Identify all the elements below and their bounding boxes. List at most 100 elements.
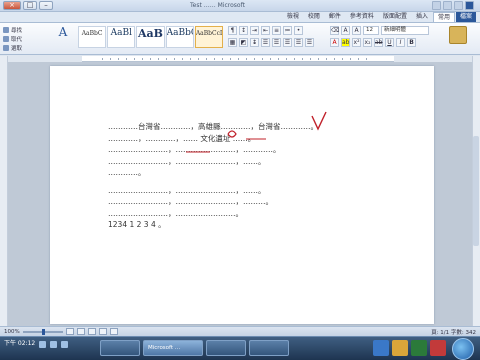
ribbon-home: 尋找 取代 選取 A AaBbCAaBlAaBAaBbCAaBbCcDd ¶ ↕… <box>0 22 480 55</box>
line-spacing-icon[interactable]: ↨ <box>250 38 259 47</box>
zoom-controls: 100% <box>4 328 118 335</box>
style-tile[interactable]: AaBl <box>107 26 136 48</box>
subscript-icon[interactable]: x₂ <box>363 38 372 47</box>
highlight-icon[interactable]: ab <box>341 38 350 47</box>
outline-view-icon[interactable] <box>76 328 85 335</box>
style-tile[interactable]: AaBbC <box>165 26 194 48</box>
clear-format-icon[interactable]: ⌫ <box>330 26 339 35</box>
distributed-icon[interactable]: ☰ <box>261 38 270 47</box>
bold-icon[interactable]: B <box>407 38 416 47</box>
quick-access-toolbar <box>432 1 474 10</box>
sort-icon[interactable]: ↕ <box>239 26 248 35</box>
close-icon[interactable]: × <box>3 1 21 10</box>
pinned-app-icon[interactable] <box>373 340 389 356</box>
tab-4[interactable]: 參考資料 <box>346 12 378 22</box>
word-count[interactable]: 頁: 1/1 字數: 342 <box>431 328 476 336</box>
center-icon[interactable]: ☰ <box>294 38 303 47</box>
italic-icon[interactable]: I <box>396 38 405 47</box>
tab-7[interactable]: 檢視 <box>283 12 303 22</box>
system-tray: 下午 02:12 <box>4 340 69 348</box>
word-app-icon[interactable] <box>465 1 474 10</box>
tab-1[interactable]: 常用 <box>432 12 455 22</box>
justify-icon[interactable]: ☰ <box>272 38 281 47</box>
align-right-icon[interactable]: ☰ <box>283 38 292 47</box>
select-button[interactable]: 選取 <box>3 43 43 52</box>
find-label: 尋找 <box>11 27 23 34</box>
font-size-box[interactable]: 12 <box>363 26 379 35</box>
style-preview: AaBl <box>110 28 132 38</box>
superscript-icon[interactable]: x² <box>352 38 361 47</box>
taskbar-button[interactable] <box>249 340 289 356</box>
taskbar-button[interactable]: Microsoft … <box>143 340 203 356</box>
tab-5[interactable]: 郵件 <box>325 12 345 22</box>
taskbar-button[interactable] <box>206 340 246 356</box>
pinned-app-icon[interactable] <box>392 340 408 356</box>
language-icon[interactable] <box>61 340 69 348</box>
borders-icon[interactable]: ▦ <box>228 38 237 47</box>
reading-view-icon[interactable] <box>98 328 107 335</box>
clock[interactable]: 下午 02:12 <box>4 340 35 348</box>
increase-indent-icon[interactable]: ⇥ <box>250 26 259 35</box>
clipboard-group <box>439 26 477 52</box>
pinned-apps <box>373 340 446 356</box>
style-preview: AaBbC <box>166 28 193 38</box>
decrease-indent-icon[interactable]: ⇤ <box>261 26 270 35</box>
zoom-thumb[interactable] <box>41 328 45 335</box>
save-icon[interactable] <box>454 1 463 10</box>
zoom-slider[interactable] <box>22 328 63 335</box>
shading-icon[interactable]: ◩ <box>239 38 248 47</box>
document-line[interactable]: ……………………，……………………，………。 <box>108 196 388 208</box>
network-icon[interactable] <box>50 340 58 348</box>
redo-icon[interactable] <box>432 1 441 10</box>
tab-0[interactable]: 檔案 <box>455 12 476 22</box>
font-name-box[interactable]: 新細明體 <box>381 26 429 35</box>
font-color-icon[interactable]: A <box>330 38 339 47</box>
left-margin-area <box>0 56 8 326</box>
tab-3[interactable]: 版面配置 <box>379 12 411 22</box>
shrink-font-icon[interactable]: A <box>341 26 350 35</box>
maximize-icon[interactable]: □ <box>23 1 37 10</box>
show-marks-icon[interactable]: ¶ <box>228 26 237 35</box>
find-button[interactable]: 尋找 <box>3 25 43 34</box>
align-left-icon[interactable]: ☰ <box>305 38 314 47</box>
underline-icon[interactable]: U <box>385 38 394 47</box>
web-view-icon[interactable] <box>87 328 96 335</box>
tab-2[interactable]: 插入 <box>412 12 432 22</box>
vertical-scrollbar-area[interactable] <box>472 56 480 326</box>
style-preview: AaB <box>138 27 163 40</box>
document-line[interactable]: 1234 1 2 3 4 。 <box>108 219 388 231</box>
document-page[interactable]: …………台灣省…………，高雄縣…………，台灣省…………。…………，…………，……… <box>50 66 434 324</box>
grow-font-icon[interactable]: A <box>352 26 361 35</box>
taskbar-button[interactable] <box>100 340 140 356</box>
find-icon <box>3 26 9 33</box>
bullets-icon[interactable]: • <box>294 26 303 35</box>
window-title: Test …… Microsoft <box>190 2 245 9</box>
paste-icon[interactable] <box>449 26 467 44</box>
font-group: ⌫ A A 12 新細明體 A ab x² x₂ ab U I B <box>330 26 435 52</box>
numbering-icon[interactable]: ≔ <box>283 26 292 35</box>
tab-6[interactable]: 校閱 <box>304 12 324 22</box>
circle-annotation <box>227 130 237 138</box>
print-layout-icon[interactable] <box>109 328 118 335</box>
pinned-app-icon[interactable] <box>430 340 446 356</box>
style-preview: AaBbC <box>81 30 103 37</box>
paragraph-group: ¶ ↕ ⇥ ⇤ ≡ ≔ • ▦ ◩ ↨ ☰ ☰ ☰ ☰ ☰ <box>228 26 328 52</box>
zoom-value[interactable]: 100% <box>4 329 20 335</box>
replace-label: 取代 <box>11 36 23 43</box>
replace-button[interactable]: 取代 <box>3 34 43 43</box>
style-tile[interactable]: AaBbC <box>78 26 107 48</box>
volume-icon[interactable] <box>39 340 47 348</box>
undo-icon[interactable] <box>443 1 452 10</box>
pinned-app-icon[interactable] <box>411 340 427 356</box>
strikethrough-icon[interactable]: ab <box>374 38 383 47</box>
style-tile[interactable]: AaBbCcDd <box>194 26 224 48</box>
start-button[interactable] <box>452 338 474 360</box>
document-line[interactable]: ……………………，……………………。 <box>108 208 388 220</box>
style-tile[interactable]: AaB <box>136 26 165 48</box>
vertical-scrollbar-thumb[interactable] <box>473 136 479 246</box>
draft-view-icon[interactable] <box>65 328 74 335</box>
minimize-icon[interactable]: – <box>39 1 53 10</box>
document-line[interactable]: ……………………，……………………，……。 <box>108 185 388 197</box>
change-styles-button[interactable]: A <box>55 25 71 53</box>
multilevel-list-icon[interactable]: ≡ <box>272 26 281 35</box>
